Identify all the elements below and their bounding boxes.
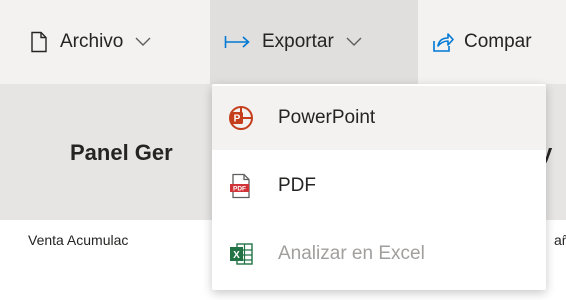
excel-icon: X (224, 237, 258, 271)
menu-item-label: PowerPoint (278, 107, 376, 128)
menu-item-pdf[interactable]: PDF PDF (212, 154, 546, 218)
pdf-icon: PDF (224, 169, 258, 203)
toolbar: Archivo Exportar Compar (0, 0, 566, 84)
document-icon (28, 31, 50, 53)
visual-title-tail: añ (554, 232, 566, 248)
exportar-menu-button[interactable]: Exportar (210, 0, 418, 84)
compartir-button[interactable]: Compar (418, 0, 540, 84)
chevron-down-icon (346, 37, 362, 47)
share-icon (432, 31, 454, 53)
page-title: Panel Ger (70, 140, 173, 165)
svg-text:PDF: PDF (233, 186, 246, 193)
compartir-label: Compar (464, 31, 532, 52)
svg-text:P: P (234, 114, 241, 125)
svg-text:X: X (233, 250, 240, 261)
menu-item-label: PDF (278, 175, 316, 196)
chevron-down-icon (135, 37, 151, 47)
archivo-label: Archivo (60, 31, 124, 52)
menu-item-analizar-en-excel[interactable]: X Analizar en Excel (212, 222, 546, 286)
visual-title: Venta Acumulac (28, 232, 129, 248)
archivo-menu-button[interactable]: Archivo (0, 0, 210, 84)
export-arrow-icon (224, 31, 252, 53)
exportar-label: Exportar (262, 31, 334, 52)
export-dropdown-menu: P PowerPoint PDF PDF X Analizar en Excel (212, 84, 546, 290)
menu-item-label: Analizar en Excel (278, 243, 425, 264)
menu-item-powerpoint[interactable]: P PowerPoint (212, 86, 546, 150)
powerpoint-icon: P (224, 101, 258, 135)
